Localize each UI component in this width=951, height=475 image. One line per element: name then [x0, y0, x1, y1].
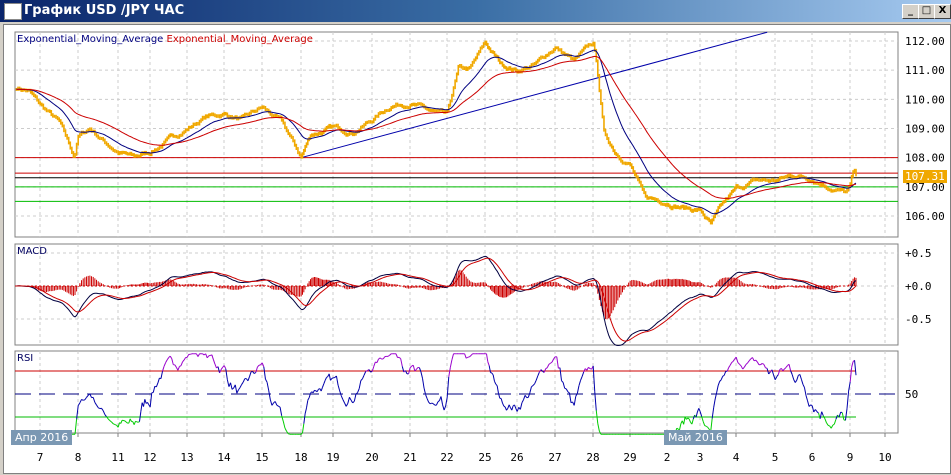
- x-tick-label: 29: [623, 451, 636, 464]
- x-tick-label: 11: [111, 451, 124, 464]
- rsi-segment: [490, 372, 493, 374]
- rsi-segment: [314, 389, 317, 392]
- rsi-segment: [114, 424, 117, 426]
- price-tick-label: 112.00: [905, 35, 945, 48]
- rsi-label: RSI: [17, 353, 34, 364]
- rsi-segment: [331, 377, 334, 379]
- x-tick-label: 10: [878, 451, 891, 464]
- rsi-segment: [840, 411, 843, 414]
- price-tick-label: 106.00: [905, 210, 945, 223]
- price-tick-label: 109.00: [905, 123, 945, 136]
- rsi-segment: [765, 367, 768, 369]
- x-tick-label: 9: [847, 451, 854, 464]
- x-tick-label: 19: [326, 451, 339, 464]
- x-tick-label: 21: [403, 451, 416, 464]
- macd-label: MACD: [17, 246, 47, 257]
- rsi-segment: [288, 433, 290, 435]
- rsi-segment: [430, 402, 432, 405]
- current-price-label: 107.31: [903, 170, 947, 183]
- month-badge-april: Апр 2016: [11, 430, 73, 445]
- rsi-segment: [135, 420, 138, 423]
- x-tick-label: 13: [180, 451, 193, 464]
- rsi-segment: [137, 421, 140, 423]
- main-pane: [14, 31, 899, 238]
- price-tick-label: 111.00: [905, 64, 945, 77]
- x-tick-label: 4: [733, 451, 740, 464]
- rsi-segment: [827, 424, 830, 427]
- x-tick-label: 22: [440, 451, 453, 464]
- x-tick-label: 2: [664, 451, 671, 464]
- x-tick-label: 18: [294, 451, 307, 464]
- rsi-segment: [704, 425, 707, 427]
- macd-pane: [14, 243, 899, 346]
- rsi-segment: [431, 402, 434, 405]
- x-tick-label: 8: [75, 451, 82, 464]
- rsi-segment: [370, 371, 373, 373]
- x-tick-label: 15: [255, 451, 268, 464]
- chart-canvas[interactable]: 7 8 11 12 13 14 15 18 19 20 21 22 25 26 27 28 29 2 3 4 5 6 9 10…: [0, 0, 951, 475]
- rsi-segment: [179, 365, 182, 367]
- rsi-pane: [14, 350, 899, 434]
- x-tick-label: 27: [548, 451, 561, 464]
- x-tick-label: 25: [478, 451, 491, 464]
- month-badge-may: Май 2016: [664, 430, 727, 445]
- x-tick-label: 14: [217, 451, 231, 464]
- x-tick-label: 6: [809, 451, 816, 464]
- macd-tick-label: +0.5: [905, 247, 932, 260]
- price-tick-label: 110.00: [905, 93, 945, 106]
- rsi-segment: [83, 399, 86, 401]
- macd-tick-label: -0.5: [905, 313, 932, 326]
- x-tick-label: 5: [772, 451, 779, 464]
- rsi-segment: [190, 353, 192, 355]
- macd-tick-label: +0.0: [905, 280, 932, 293]
- x-tick-label: 28: [586, 451, 599, 464]
- rsi-segment: [564, 387, 567, 390]
- rsi-tick-label: 50: [905, 388, 918, 401]
- x-tick-label: 7: [37, 451, 44, 464]
- price-tick-label: 108.00: [905, 152, 945, 165]
- legend-ema-slow: Exponential_Moving_Average: [166, 34, 313, 45]
- x-tick-label: 20: [365, 451, 378, 464]
- legend-ema-fast: Exponential_Moving_Average: [17, 34, 164, 45]
- main-legend: Exponential_Moving_Average Exponential_M…: [17, 34, 313, 45]
- x-tick-label: 26: [510, 451, 523, 464]
- x-tick-label: 3: [697, 451, 704, 464]
- x-tick-label: 12: [143, 451, 156, 464]
